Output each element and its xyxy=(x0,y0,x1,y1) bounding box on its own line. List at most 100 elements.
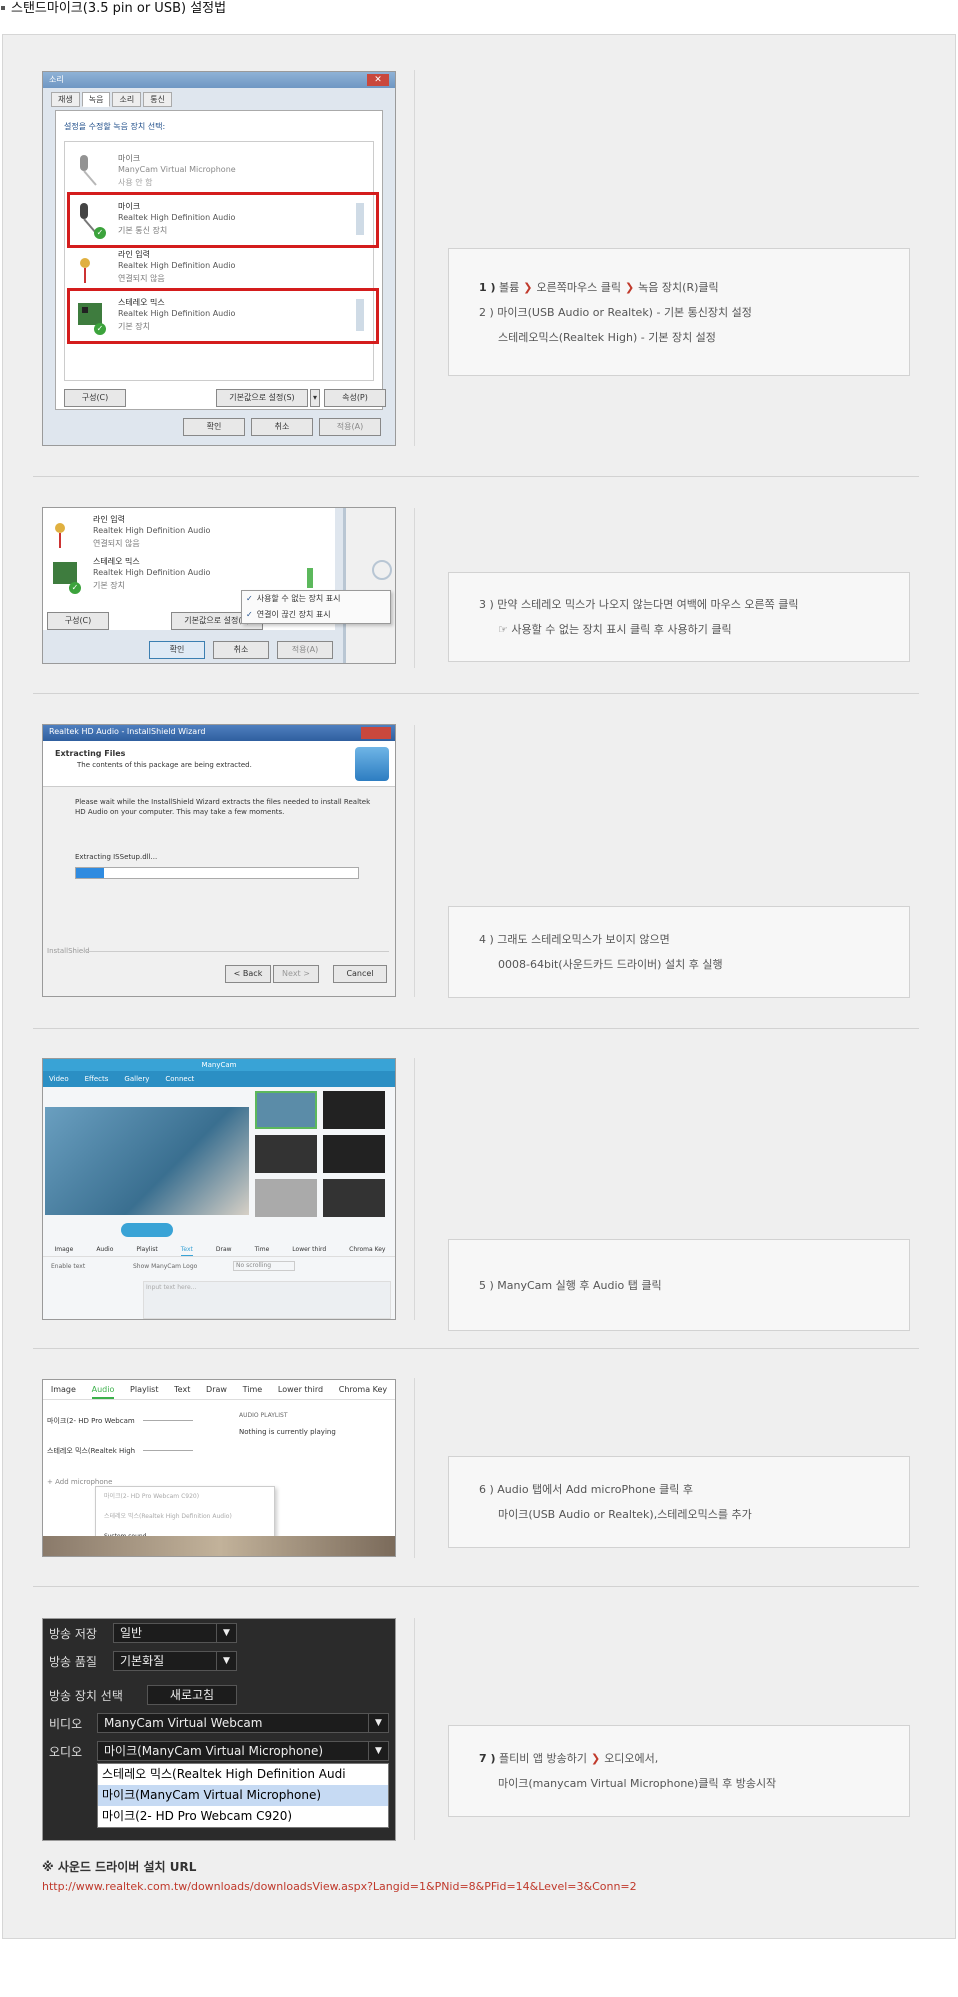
section-divider xyxy=(33,476,919,477)
tab-image[interactable]: Image xyxy=(55,1243,74,1256)
page-title: 스탠드마이크(3.5 pin or USB) 설정법 xyxy=(0,0,226,20)
scrolling-select[interactable]: No scrolling xyxy=(233,1261,295,1271)
tab-video[interactable]: Video xyxy=(49,1071,69,1087)
microphone-icon xyxy=(80,155,97,186)
section-divider xyxy=(33,1586,919,1587)
instruction: 설정을 수정할 녹음 장치 선택: xyxy=(64,122,166,131)
thumbnail[interactable] xyxy=(323,1091,385,1129)
refresh-button[interactable]: 새로고침 xyxy=(147,1685,237,1705)
save-select[interactable]: 일반 ▼ xyxy=(113,1623,237,1643)
check-icon: ✓ xyxy=(94,227,106,239)
properties-button[interactable]: 속성(P) xyxy=(324,389,386,407)
check-icon: ✓ xyxy=(69,582,81,594)
tab-text[interactable]: Text xyxy=(180,1243,193,1256)
thumbnail[interactable] xyxy=(255,1091,317,1129)
chevron-down-icon: ▼ xyxy=(368,1714,388,1732)
tab-playback[interactable]: 재생 xyxy=(51,92,80,107)
cancel-button[interactable]: 취소 xyxy=(213,641,269,659)
step-line: 마이크(manycam Virtual Microphone)클릭 후 방송시작 xyxy=(498,1777,777,1790)
menu-item-show-disabled[interactable]: ✓ 사용할 수 없는 장치 표시 xyxy=(242,591,390,607)
thumbnail[interactable] xyxy=(323,1179,385,1217)
thumbnail[interactable] xyxy=(323,1135,385,1173)
thumbnail[interactable] xyxy=(255,1179,317,1217)
volume-slider[interactable] xyxy=(143,1420,193,1421)
tab-lower-third[interactable]: Lower third xyxy=(278,1380,323,1399)
column-divider xyxy=(414,1378,415,1558)
camera-button[interactable] xyxy=(121,1223,173,1237)
section-divider xyxy=(33,693,919,694)
step-box-4: 5 ) ManyCam 실행 후 Audio 탭 클릭 xyxy=(448,1239,910,1331)
context-menu: ✓ 사용할 수 없는 장치 표시 ✓ 연결이 끊긴 장치 표시 xyxy=(241,590,391,624)
check-icon: ✓ xyxy=(246,610,253,619)
line-in-icon xyxy=(55,523,65,548)
popup-item[interactable]: 스테레오 믹스(Realtek High Definition Audio) xyxy=(96,1507,274,1527)
configure-button[interactable]: 구성(C) xyxy=(64,389,126,407)
window-title: 소리 xyxy=(43,72,395,88)
tab-draw[interactable]: Draw xyxy=(216,1243,232,1256)
audio-source-row[interactable]: 마이크(2- HD Pro Webcam xyxy=(47,1416,137,1426)
close-icon[interactable]: ✕ xyxy=(367,74,389,86)
tab-audio[interactable]: Audio xyxy=(96,1243,113,1256)
level-meter xyxy=(356,299,364,331)
add-microphone-button[interactable]: + Add microphone xyxy=(47,1478,112,1486)
tab-playlist[interactable]: Playlist xyxy=(136,1243,157,1256)
tab-effects[interactable]: Effects xyxy=(85,1071,109,1087)
tab-chroma-key[interactable]: Chroma Key xyxy=(339,1380,387,1399)
tab-lower-third[interactable]: Lower third xyxy=(292,1243,326,1256)
device-item[interactable]: 라인 입력 Realtek High Definition Audio 연결되지… xyxy=(70,243,376,293)
quality-select[interactable]: 기본화질 ▼ xyxy=(113,1651,237,1671)
step-box-3: 4 ) 그래도 스테레오믹스가 보이지 않으면 0008-64bit(사운드카드… xyxy=(448,906,910,998)
tab-time[interactable]: Time xyxy=(255,1243,270,1256)
device-item-selected[interactable]: ✓ 마이크 Realtek High Definition Audio 기본 통… xyxy=(67,192,379,248)
driver-url-link[interactable]: http://www.realtek.com.tw/downloads/down… xyxy=(42,1880,637,1893)
apply-button[interactable]: 적용(A) xyxy=(319,418,381,436)
text-input[interactable]: Input text here... xyxy=(143,1281,391,1319)
configure-button[interactable]: 구성(C) xyxy=(47,612,109,630)
thumbnail[interactable] xyxy=(255,1135,317,1173)
tab-draw[interactable]: Draw xyxy=(206,1380,227,1399)
tab-recording[interactable]: 녹음 xyxy=(81,92,111,107)
tab-chroma-key[interactable]: Chroma Key xyxy=(349,1243,385,1256)
enable-text-toggle[interactable]: Enable text xyxy=(51,1263,85,1270)
audio-source-row[interactable]: 스테레오 믹스(Realtek High xyxy=(47,1446,137,1456)
chevron-down-icon[interactable]: ▾ xyxy=(310,389,320,407)
tab-time[interactable]: Time xyxy=(243,1380,263,1399)
audio-option[interactable]: 마이크(2- HD Pro Webcam C920) xyxy=(98,1806,388,1827)
tab-communications[interactable]: 통신 xyxy=(143,92,172,107)
volume-slider[interactable] xyxy=(143,1450,193,1451)
back-button[interactable]: < Back xyxy=(225,965,271,983)
tab-audio[interactable]: Audio xyxy=(91,1380,115,1399)
ok-button[interactable]: 확인 xyxy=(149,641,205,659)
set-default-button[interactable]: 기본값으로 설정(S) xyxy=(216,389,308,407)
audio-option-selected[interactable]: 마이크(ManyCam Virtual Microphone) xyxy=(98,1785,388,1806)
chevron-right-icon: ❯ xyxy=(523,280,533,294)
close-icon[interactable] xyxy=(361,727,391,739)
tab-sounds[interactable]: 소리 xyxy=(112,92,142,107)
video-strip xyxy=(43,1536,395,1556)
apply-button[interactable]: 적용(A) xyxy=(277,641,333,659)
screenshot-installshield: Realtek HD Audio - InstallShield Wizard … xyxy=(42,724,396,997)
tab-image[interactable]: Image xyxy=(51,1380,76,1399)
cancel-button[interactable]: Cancel xyxy=(333,965,387,983)
tab-playlist[interactable]: Playlist xyxy=(130,1380,158,1399)
device-item[interactable]: 마이크 ManyCam Virtual Microphone 사용 안 함 xyxy=(70,147,376,197)
popup-item[interactable]: 마이크(2- HD Pro Webcam C920) xyxy=(96,1487,274,1507)
section-divider xyxy=(33,1348,919,1349)
step-line: 7 ) 플티비 앱 방송하기 ❯ 오디오에서, xyxy=(479,1752,659,1765)
video-select[interactable]: ManyCam Virtual Webcam ▼ xyxy=(97,1713,389,1733)
show-logo-toggle[interactable]: Show ManyCam Logo xyxy=(133,1263,197,1270)
tab-gallery[interactable]: Gallery xyxy=(124,1071,149,1087)
next-button[interactable]: Next > xyxy=(273,965,319,983)
cancel-button[interactable]: 취소 xyxy=(251,418,313,436)
audio-select[interactable]: 마이크(ManyCam Virtual Microphone) ▼ xyxy=(97,1741,389,1761)
ok-button[interactable]: 확인 xyxy=(183,418,245,436)
tab-connect[interactable]: Connect xyxy=(165,1071,194,1087)
step-line: ☞ 사용할 수 없는 장치 표시 클릭 후 사용하기 클릭 xyxy=(498,623,732,636)
tab-text[interactable]: Text xyxy=(174,1380,190,1399)
menu-item-show-disconnected[interactable]: ✓ 연결이 끊긴 장치 표시 xyxy=(242,607,390,623)
audio-option[interactable]: 스테레오 믹스(Realtek High Definition Audi xyxy=(98,1764,388,1785)
side-panel xyxy=(343,508,395,663)
step-line: 6 ) Audio 탭에서 Add microPhone 클릭 후 xyxy=(479,1483,693,1496)
column-divider xyxy=(414,725,415,997)
device-item-selected[interactable]: ✓ 스테레오 믹스 Realtek High Definition Audio … xyxy=(67,288,379,344)
